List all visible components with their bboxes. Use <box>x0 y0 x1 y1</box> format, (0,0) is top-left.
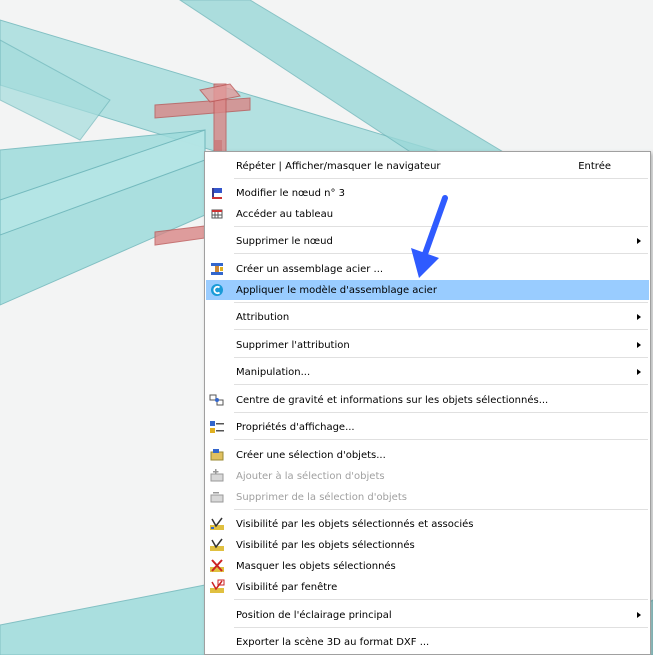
menu-item-main-lighting-position[interactable]: Position de l'éclairage principal <box>206 605 649 625</box>
menu-item-attribution[interactable]: Attribution <box>206 307 649 327</box>
menu-item-remove-attribution[interactable]: Supprimer l'attribution <box>206 335 649 355</box>
menu-item-label: Répéter | Afficher/masquer le navigateur <box>236 160 441 172</box>
menu-item-hide-selected[interactable]: Masquer les objets sélectionnés <box>206 556 649 576</box>
menu-item-label: Supprimer le nœud <box>236 235 333 247</box>
menu-item-label: Manipulation... <box>236 366 311 378</box>
menu-separator <box>234 329 648 330</box>
menu-separator <box>234 509 648 510</box>
apply-template-icon <box>209 282 225 298</box>
menu-item-label: Centre de gravité et informations sur le… <box>236 394 549 406</box>
hide-selected-icon <box>209 558 225 574</box>
menu-item-apply-steel-connection-template[interactable]: Appliquer le modèle d'assemblage acier <box>206 280 649 300</box>
menu-item-label: Supprimer l'attribution <box>236 339 350 351</box>
menu-item-label: Modifier le nœud n° 3 <box>236 187 346 199</box>
menu-item-manipulation[interactable]: Manipulation... <box>206 362 649 382</box>
menu-item-label: Visibilité par les objets sélectionnés <box>236 539 415 551</box>
center-of-gravity-icon <box>209 392 225 408</box>
menu-item-visibility-window[interactable]: Visibilité par fenêtre <box>206 577 649 597</box>
submenu-arrow-icon <box>637 612 641 618</box>
menu-item-label: Accéder au tableau <box>236 208 334 220</box>
steel-connection-icon <box>209 261 225 277</box>
annotation-arrow-icon <box>411 195 448 278</box>
menu-item-label: Masquer les objets sélectionnés <box>236 560 396 572</box>
edit-node-icon <box>209 185 225 201</box>
menu-item-label: Attribution <box>236 311 290 323</box>
menu-item-visibility-selected[interactable]: Visibilité par les objets sélectionnés <box>206 535 649 555</box>
menu-separator <box>234 627 648 628</box>
menu-separator <box>234 302 648 303</box>
menu-item-label: Position de l'éclairage principal <box>236 609 392 621</box>
menu-item-create-object-selection[interactable]: Créer une sélection d'objets... <box>206 445 649 465</box>
visibility-selected-icon <box>209 537 225 553</box>
menu-item-label: Visibilité par les objets sélectionnés e… <box>236 518 474 530</box>
visibility-window-icon <box>209 579 225 595</box>
menu-separator <box>234 599 648 600</box>
menu-item-repeat-navigator[interactable]: Répéter | Afficher/masquer le navigateur… <box>206 156 649 176</box>
menu-separator <box>234 357 648 358</box>
menu-item-label: Propriétés d'affichage... <box>236 421 355 433</box>
menu-item-label: Créer un assemblage acier ... <box>236 263 384 275</box>
create-selection-icon <box>209 447 225 463</box>
menu-item-visibility-selected-associated[interactable]: Visibilité par les objets sélectionnés e… <box>206 514 649 534</box>
menu-item-shortcut: Entrée <box>578 160 611 172</box>
menu-item-label: Supprimer de la sélection d'objets <box>236 491 407 503</box>
menu-item-label: Appliquer le modèle d'assemblage acier <box>236 284 437 296</box>
menu-item-remove-from-selection[interactable]: Supprimer de la sélection d'objets <box>206 487 649 507</box>
menu-separator <box>234 439 648 440</box>
menu-item-center-of-gravity[interactable]: Centre de gravité et informations sur le… <box>206 390 649 410</box>
menu-item-display-properties[interactable]: Propriétés d'affichage... <box>206 417 649 437</box>
submenu-arrow-icon <box>637 238 641 244</box>
submenu-arrow-icon <box>637 369 641 375</box>
menu-separator <box>234 178 648 179</box>
menu-item-export-dxf[interactable]: Exporter la scène 3D au format DXF ... <box>206 632 649 652</box>
menu-item-label: Créer une sélection d'objets... <box>236 449 386 461</box>
menu-item-add-to-selection[interactable]: Ajouter à la sélection d'objets <box>206 466 649 486</box>
display-properties-icon <box>209 419 225 435</box>
menu-item-label: Exporter la scène 3D au format DXF ... <box>236 636 430 648</box>
menu-item-label: Ajouter à la sélection d'objets <box>236 470 385 482</box>
menu-item-label: Visibilité par fenêtre <box>236 581 338 593</box>
visibility-associated-icon <box>209 516 225 532</box>
menu-separator <box>234 412 648 413</box>
remove-selection-icon <box>209 489 225 505</box>
table-icon <box>209 206 225 222</box>
submenu-arrow-icon <box>637 342 641 348</box>
submenu-arrow-icon <box>637 314 641 320</box>
menu-separator <box>234 384 648 385</box>
add-selection-icon <box>209 468 225 484</box>
